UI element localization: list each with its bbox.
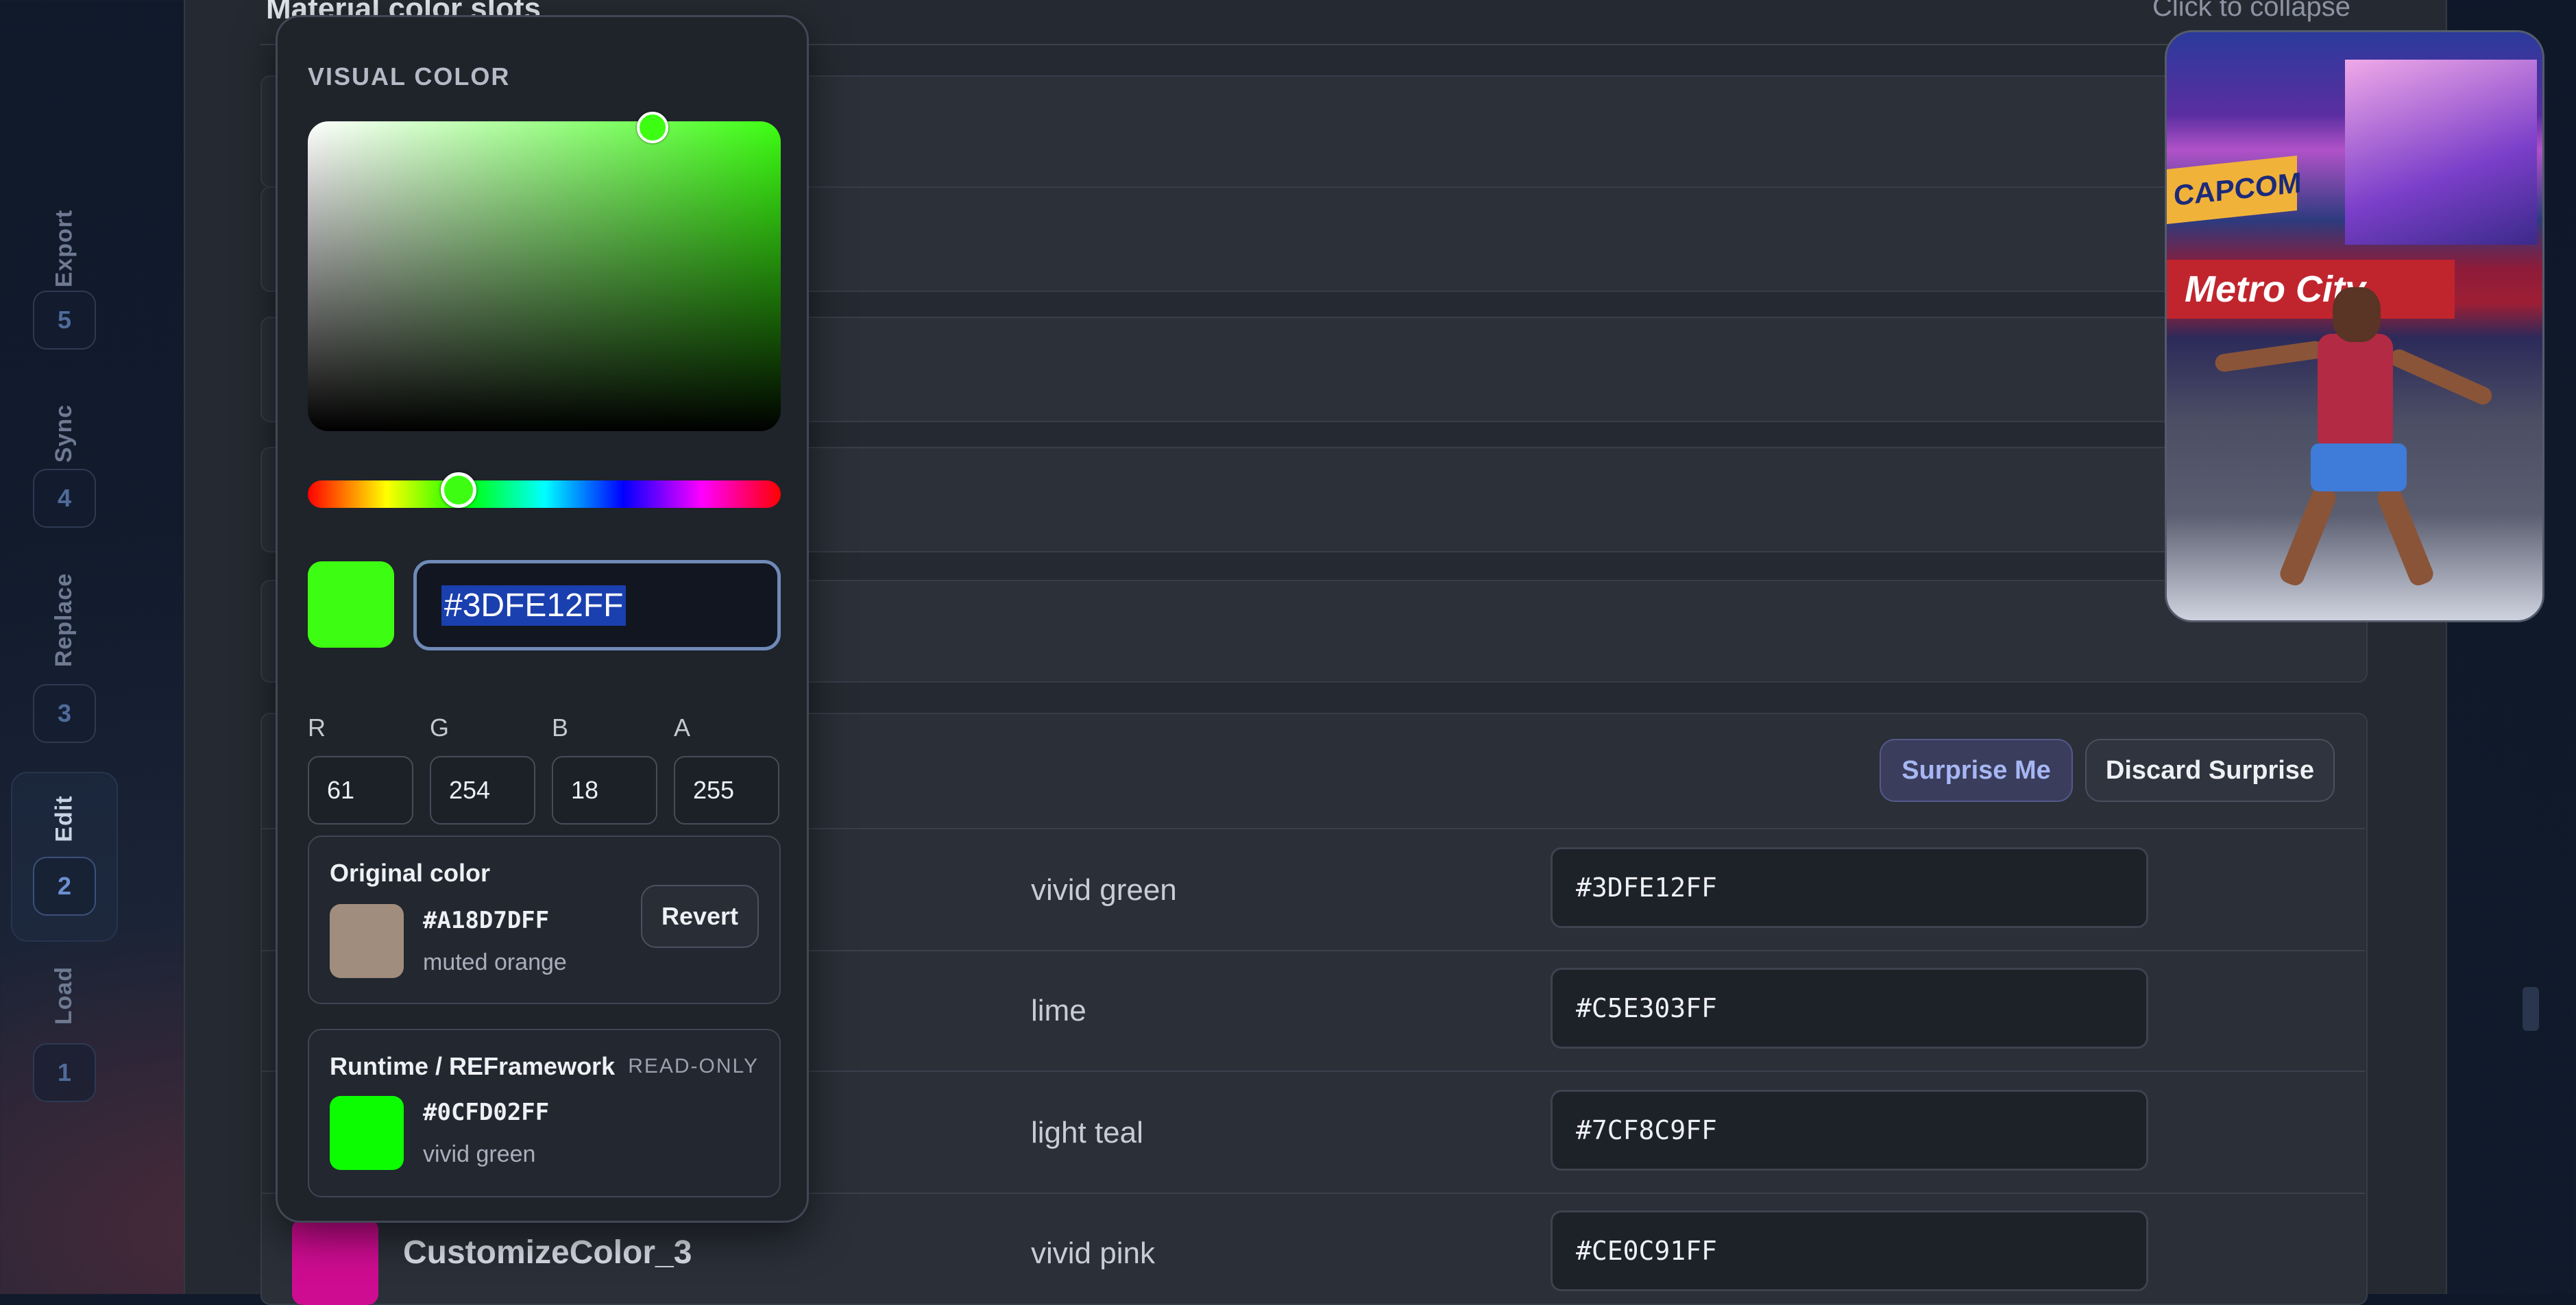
step-sync-number[interactable]: 4 — [33, 469, 96, 528]
hex-input-value: #3DFE12FF — [441, 585, 627, 626]
slot-swatch[interactable] — [292, 1219, 378, 1305]
read-only-badge: READ-ONLY — [628, 1055, 759, 1077]
color-name: light teal — [1031, 1116, 1143, 1149]
channel-input-g[interactable]: 254 — [430, 756, 535, 825]
preview-sign: CAPCOM — [2167, 156, 2302, 224]
step-replace-label: Replace — [51, 572, 77, 667]
color-picker-popover: VISUAL COLOR #3DFE12FF R G B A 61 254 18… — [276, 15, 809, 1223]
hue-slider[interactable] — [308, 472, 781, 508]
current-color-swatch — [308, 561, 394, 648]
runtime-color-swatch — [330, 1096, 404, 1170]
step-load-number[interactable]: 1 — [33, 1043, 96, 1102]
revert-button[interactable]: Revert — [641, 885, 759, 948]
original-color-name: muted orange — [423, 949, 567, 975]
channel-label-a: A — [674, 714, 691, 742]
slot-name: CustomizeColor_3 — [403, 1234, 692, 1271]
step-load-label: Load — [51, 966, 77, 1025]
surprise-me-button[interactable]: Surprise Me — [1880, 739, 2073, 802]
color-name: vivid green — [1031, 873, 1177, 907]
character-preview-image: CAPCOM Metro City — [2165, 30, 2544, 622]
preview-screen-graphic — [2345, 60, 2537, 245]
runtime-heading: Runtime / REFramework — [330, 1052, 616, 1080]
hex-input[interactable]: #3DFE12FF — [413, 560, 781, 650]
channel-label-r: R — [308, 714, 326, 742]
original-color-hex: #A18D7DFF — [423, 907, 550, 934]
step-export-number[interactable]: 5 — [33, 291, 96, 350]
sv-handle[interactable] — [637, 112, 668, 143]
step-sync-label: Sync — [51, 404, 77, 463]
edge-handle-icon — [2523, 987, 2539, 1031]
preview-fighter-figure — [2213, 272, 2495, 594]
runtime-color-hex: #0CFD02FF — [423, 1099, 550, 1126]
runtime-color-name: vivid green — [423, 1141, 536, 1167]
saturation-value-area[interactable] — [308, 112, 781, 431]
hue-handle[interactable] — [441, 472, 476, 508]
channel-input-r[interactable]: 61 — [308, 756, 413, 825]
channel-label-g: G — [430, 714, 450, 742]
color-name: lime — [1031, 994, 1086, 1027]
color-name: vivid pink — [1031, 1236, 1155, 1270]
step-edit-number[interactable]: 2 — [33, 857, 96, 916]
discard-surprise-button[interactable]: Discard Surprise — [2085, 739, 2335, 802]
channel-input-b[interactable]: 18 — [552, 756, 657, 825]
hex-field[interactable]: #3DFE12FF — [1551, 847, 2148, 928]
hex-field[interactable]: #C5E303FF — [1551, 968, 2148, 1049]
collapse-hint[interactable]: Click to collapse — [2152, 0, 2350, 23]
hex-field[interactable]: #CE0C91FF — [1551, 1210, 2148, 1291]
step-export-label: Export — [51, 209, 77, 287]
original-color-card: Original color #A18D7DFF muted orange Re… — [308, 836, 781, 1004]
channel-label-b: B — [552, 714, 569, 742]
step-sidebar: Export 5 Sync 4 Replace 3 Edit 2 Load 1 — [0, 0, 130, 1294]
original-color-swatch — [330, 904, 404, 978]
picker-title: VISUAL COLOR — [308, 62, 511, 90]
original-color-heading: Original color — [330, 859, 491, 887]
hex-field[interactable]: #7CF8C9FF — [1551, 1090, 2148, 1171]
step-replace-number[interactable]: 3 — [33, 684, 96, 743]
step-edit-label: Edit — [51, 794, 77, 842]
channel-input-a[interactable]: 255 — [674, 756, 779, 825]
runtime-color-card: Runtime / REFramework READ-ONLY #0CFD02F… — [308, 1029, 781, 1197]
